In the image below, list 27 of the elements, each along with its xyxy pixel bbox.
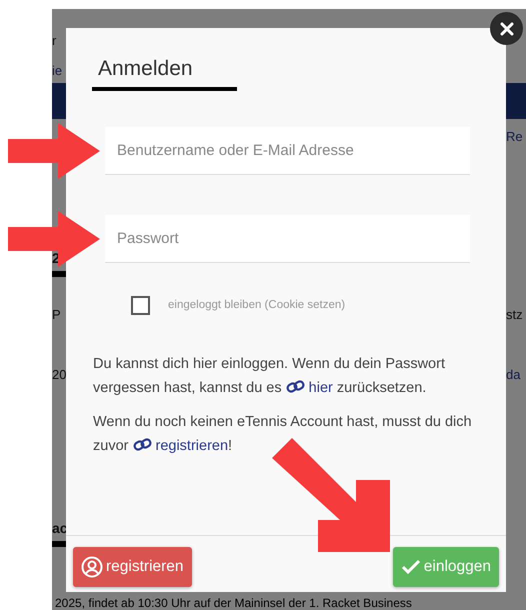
- text-fragment: stz: [506, 307, 523, 322]
- dialog-title: Anmelden: [98, 56, 194, 82]
- input-field[interactable]: Benutzername oder E-Mail Adresse: [105, 127, 470, 176]
- heading-underline: [52, 541, 66, 547]
- info-paragraph: Du kannst dich hier einloggen. Wenn du dein Passwort vergessen hast, kannst du es hier zurücksetzen.: [93, 355, 446, 398]
- heading-underline: [52, 271, 66, 277]
- link-icon: [286, 380, 305, 394]
- info-paragraph: Wenn du noch keinen eTennis Account hast, musst du dich zuvor registrieren!: [93, 413, 472, 456]
- heading-text: ac: [52, 520, 68, 536]
- link-text[interactable]: ie: [52, 63, 62, 78]
- user-icon: [81, 556, 103, 578]
- text-fragment: 20: [52, 367, 66, 382]
- close-icon: [500, 22, 514, 36]
- input-field[interactable]: Passwort: [105, 215, 470, 264]
- link-text[interactable]: Re: [506, 129, 523, 144]
- help-link[interactable]: hier: [286, 380, 333, 396]
- login-button[interactable]: einloggen: [392, 547, 499, 587]
- remember-checkbox[interactable]: [131, 296, 150, 316]
- link-icon: [132, 438, 152, 452]
- body-text: 2025, findet ab 10:30 Uhr auf der Maininsel der 1. Racket Business: [54, 596, 413, 610]
- remember-label: eingeloggt bleiben (Cookie setzen): [168, 298, 346, 314]
- help-link[interactable]: registrieren: [132, 438, 228, 454]
- register-button[interactable]: registrieren: [73, 547, 192, 587]
- link-text[interactable]: da: [506, 367, 520, 382]
- checkmark-icon: [400, 559, 421, 575]
- text-fragment: r: [52, 33, 56, 48]
- text-fragment: P: [52, 307, 61, 322]
